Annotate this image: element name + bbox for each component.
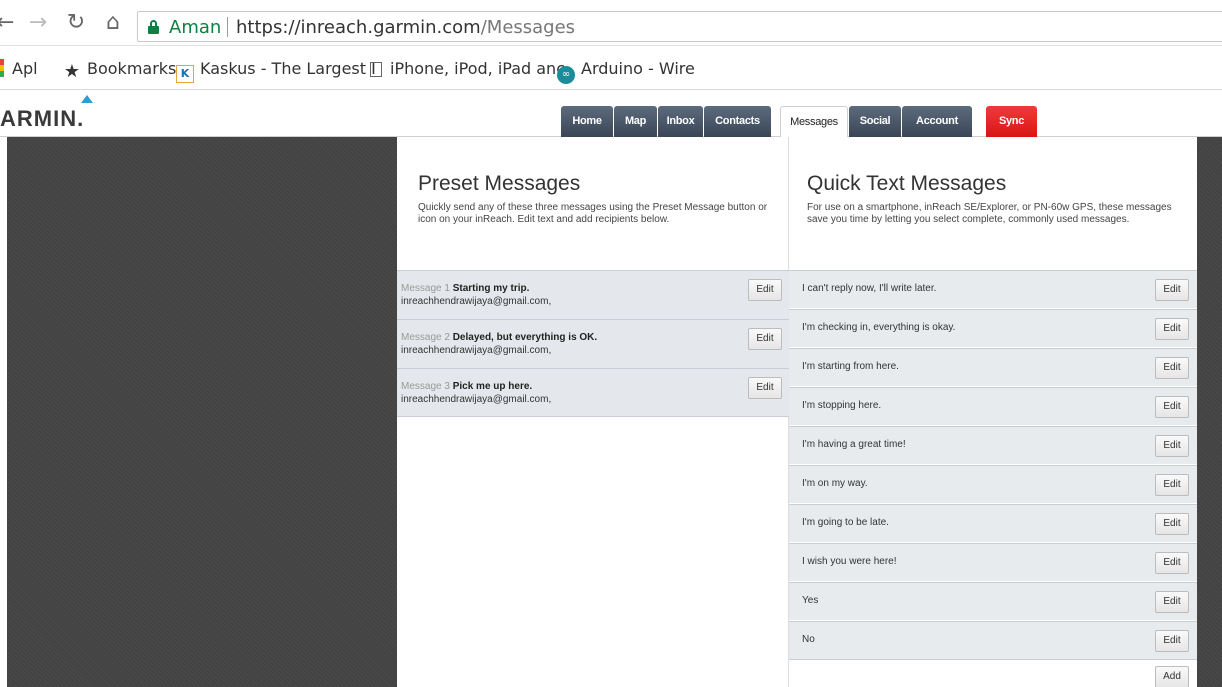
- preset-message-label: Message 1 Starting my trip.: [401, 283, 529, 294]
- quick-title: Quick Text Messages: [807, 172, 1007, 195]
- edit-button[interactable]: Edit: [1155, 513, 1189, 535]
- tab-home[interactable]: Home: [561, 106, 613, 137]
- quick-message-row: I wish you were here! Edit: [789, 543, 1197, 581]
- quick-message-row: I'm stopping here. Edit: [789, 387, 1197, 425]
- edit-button[interactable]: Edit: [1155, 435, 1189, 457]
- quick-message-text: I wish you were here!: [802, 556, 897, 567]
- quick-message-text: I'm going to be late.: [802, 517, 889, 528]
- preset-message-text: Pick me up here.: [452, 381, 533, 392]
- lock-icon: [148, 20, 159, 34]
- edit-button[interactable]: Edit: [1155, 591, 1189, 613]
- quick-message-text: I'm checking in, everything is okay.: [802, 322, 956, 333]
- quick-text-messages-panel: Quick Text Messages For use on a smartph…: [789, 137, 1197, 687]
- tab-social[interactable]: Social: [849, 106, 901, 137]
- add-button[interactable]: Add: [1155, 666, 1189, 687]
- preset-message-label: Message 3 Pick me up here.: [401, 381, 532, 392]
- page-edge: [0, 137, 7, 687]
- bookmark-label: Apl: [12, 59, 38, 78]
- preset-messages-panel: Preset Messages Quickly send any of thes…: [397, 137, 789, 687]
- url-text[interactable]: https://inreach.garmin.com/Messages: [236, 17, 575, 38]
- quick-message-row: I'm starting from here. Edit: [789, 348, 1197, 386]
- quick-message-text: I'm stopping here.: [802, 400, 882, 411]
- preset-description: Quickly send any of these three messages…: [418, 202, 768, 225]
- preset-message-prefix: Message 2: [401, 332, 450, 343]
- tab-map[interactable]: Map: [614, 106, 657, 137]
- preset-message-text: Starting my trip.: [452, 283, 530, 294]
- edit-button[interactable]: Edit: [1155, 279, 1189, 301]
- tab-messages[interactable]: Messages: [780, 106, 848, 138]
- quick-message-text: I'm on my way.: [802, 478, 868, 489]
- quick-message-row: I'm checking in, everything is okay. Edi…: [789, 309, 1197, 347]
- tab-contacts[interactable]: Contacts: [704, 106, 771, 137]
- quick-message-text: I can't reply now, I'll write later.: [802, 283, 937, 294]
- preset-message-row: Message 1 Starting my trip. inreachhendr…: [397, 270, 789, 319]
- quick-message-row: I'm going to be late. Edit: [789, 504, 1197, 542]
- page-icon: [370, 62, 382, 77]
- garmin-triangle-icon: [81, 95, 93, 103]
- quick-message-text: I'm starting from here.: [802, 361, 899, 372]
- home-icon[interactable]: ⌂: [101, 10, 125, 36]
- bookmarks-bar: Apl ★ Bookmarks K Kaskus - The Largest I i…: [0, 46, 1222, 90]
- preset-title: Preset Messages: [418, 172, 581, 195]
- edit-button[interactable]: Edit: [1155, 396, 1189, 418]
- kaskus-icon: K: [176, 65, 194, 83]
- browser-toolbar: ← → ↻ ⌂ Aman https://inreach.garmin.com/…: [0, 0, 1222, 46]
- bookmark-label: iPhone, iPod, iPad anc: [390, 59, 565, 78]
- page-background-right: [1197, 137, 1222, 687]
- edit-button[interactable]: Edit: [1155, 552, 1189, 574]
- preset-message-row: Message 2 Delayed, but everything is OK.…: [397, 319, 789, 368]
- bookmark-label: Arduino - Wire: [581, 59, 695, 78]
- tab-account[interactable]: Account: [902, 106, 972, 137]
- address-separator: [227, 17, 228, 37]
- back-arrow-icon[interactable]: ←: [0, 10, 14, 36]
- quick-message-row: Yes Edit: [789, 582, 1197, 620]
- bookmark-bookmarks[interactable]: ★ Bookmarks: [63, 58, 177, 82]
- apps-grid-icon: [0, 59, 4, 77]
- preset-message-prefix: Message 3: [401, 381, 450, 392]
- quick-message-row: I can't reply now, I'll write later. Edi…: [789, 270, 1197, 308]
- page-background-left: [0, 137, 397, 687]
- url-host: https://inreach.garmin.com: [236, 17, 481, 38]
- quick-message-text: I'm having a great time!: [802, 439, 906, 450]
- sync-button[interactable]: Sync: [986, 106, 1037, 137]
- add-row: Add: [789, 659, 1197, 687]
- quick-message-text: Yes: [802, 595, 819, 606]
- edit-button[interactable]: Edit: [748, 279, 782, 301]
- garmin-logo[interactable]: ARMIN.: [0, 106, 84, 132]
- edit-button[interactable]: Edit: [1155, 474, 1189, 496]
- preset-message-row: Message 3 Pick me up here. inreachhendra…: [397, 368, 789, 417]
- arduino-icon: ∞: [557, 66, 575, 84]
- preset-message-recipients: inreachhendrawijaya@gmail.com,: [401, 345, 552, 356]
- bookmark-apps[interactable]: Apl: [0, 58, 38, 80]
- preset-message-prefix: Message 1: [401, 283, 450, 294]
- bookmark-iphone[interactable]: iPhone, iPod, iPad anc: [370, 58, 565, 80]
- url-path: /Messages: [480, 17, 576, 38]
- preset-message-recipients: inreachhendrawijaya@gmail.com,: [401, 296, 552, 307]
- star-icon: ★: [63, 61, 81, 82]
- preset-message-label: Message 2 Delayed, but everything is OK.: [401, 332, 597, 343]
- bookmark-label: Kaskus - The Largest I: [200, 59, 376, 78]
- bookmark-label: Bookmarks: [87, 59, 177, 78]
- edit-button[interactable]: Edit: [748, 377, 782, 399]
- bookmark-kaskus[interactable]: K Kaskus - The Largest I: [176, 58, 376, 83]
- quick-message-row: I'm on my way. Edit: [789, 465, 1197, 503]
- quick-message-text: No: [802, 634, 815, 645]
- address-bar[interactable]: Aman https://inreach.garmin.com/Messages: [137, 11, 1222, 42]
- quick-message-row: No Edit: [789, 621, 1197, 659]
- bookmark-arduino[interactable]: ∞ Arduino - Wire: [557, 58, 695, 84]
- tab-inbox[interactable]: Inbox: [658, 106, 703, 137]
- edit-button[interactable]: Edit: [1155, 318, 1189, 340]
- edit-button[interactable]: Edit: [1155, 357, 1189, 379]
- preset-message-text: Delayed, but everything is OK.: [452, 332, 598, 343]
- edit-button[interactable]: Edit: [748, 328, 782, 350]
- preset-message-recipients: inreachhendrawijaya@gmail.com,: [401, 394, 552, 405]
- quick-message-row: I'm having a great time! Edit: [789, 426, 1197, 464]
- secure-label: Aman: [169, 17, 222, 38]
- quick-description: For use on a smartphone, inReach SE/Expl…: [807, 202, 1172, 225]
- reload-icon[interactable]: ↻: [64, 10, 88, 36]
- forward-arrow-icon[interactable]: →: [27, 10, 49, 36]
- edit-button[interactable]: Edit: [1155, 630, 1189, 652]
